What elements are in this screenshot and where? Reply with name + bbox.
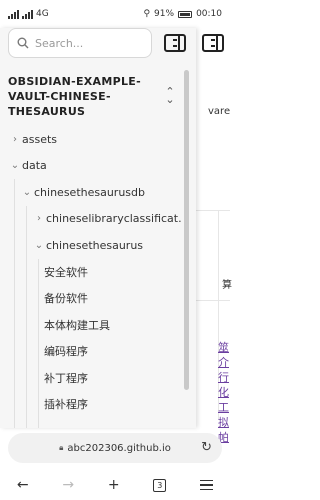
tree-file[interactable]: 补丁程序 <box>0 365 182 392</box>
scrollbar[interactable] <box>184 70 189 390</box>
indent-guide <box>38 259 39 428</box>
tree-file[interactable]: 安全软件 <box>0 259 182 286</box>
browser-nav-bar: ← → + 3 <box>0 470 230 500</box>
tree-item-label: assets <box>22 132 58 146</box>
battery-icon <box>178 10 193 18</box>
tree-item-label: chinesethesaurus <box>46 238 144 252</box>
url-text: abc202306.github.io <box>67 442 171 454</box>
tree-item-label: chineselibraryclassificat... <box>46 212 182 226</box>
collapse-all-icon[interactable]: ⌃ ⌄ <box>164 86 176 105</box>
tree-folder-chinesethesaurus[interactable]: ⌄ chinesethesaurus <box>0 232 182 259</box>
table-cell-text: 算 <box>222 280 232 291</box>
status-bar-right: ⚲ 91% 00:10 <box>143 9 222 19</box>
search-icon <box>17 37 29 49</box>
tab-count-button[interactable]: 3 <box>153 478 167 492</box>
address-bar[interactable]: 🔒︎ abc202306.github.io ↻ <box>8 433 222 463</box>
tree-item-label: data <box>22 159 47 173</box>
file-explorer-sidebar: OBSIDIAN-EXAMPLE-VAULT-CHINESE-THESAURUS… <box>0 28 196 428</box>
clock: 00:10 <box>196 9 222 19</box>
search-input[interactable] <box>35 36 145 50</box>
tree-file[interactable]: 备份软件 <box>0 285 182 312</box>
tree-file[interactable]: 插补程序 <box>0 391 182 418</box>
network-type: 4G <box>36 9 49 19</box>
chevron-right-icon: › <box>13 133 17 145</box>
chevron-down-icon: ⌄ <box>34 239 44 251</box>
vault-title: OBSIDIAN-EXAMPLE-VAULT-CHINESE-THESAURUS <box>8 75 141 118</box>
chevron-down-icon: ⌄ <box>10 160 20 172</box>
tree-item-label: 插补程序 <box>44 398 88 412</box>
menu-icon[interactable] <box>200 480 214 490</box>
alarm-icon: ⚲ <box>143 9 151 19</box>
indent-guide <box>14 179 15 428</box>
tree-item-label: 本体构建工具 <box>44 318 110 332</box>
tree-item-label: 编码程序 <box>44 345 88 359</box>
partial-text: vare <box>208 106 231 117</box>
file-tree: › assets ⌄ data ⌄ chinesethesaurusdb › c… <box>0 126 182 428</box>
search-box[interactable] <box>8 28 152 58</box>
table-border <box>196 300 230 301</box>
tree-folder-chineselibraryclassification[interactable]: › chineselibraryclassificat... <box>0 206 182 233</box>
tree-item-label: 备份软件 <box>44 292 88 306</box>
tree-folder-chinesethesaurusdb[interactable]: ⌄ chinesethesaurusdb <box>0 179 182 206</box>
reload-icon[interactable]: ↻ <box>201 440 212 455</box>
chevron-down-icon: ⌄ <box>22 186 32 198</box>
tree-file[interactable]: 编码程序 <box>0 338 182 365</box>
page-link[interactable]: 筮介行化工拟帕 <box>218 340 232 445</box>
chevron-right-icon: › <box>37 213 41 225</box>
right-sidebar-toggle-icon[interactable] <box>202 34 224 52</box>
tree-folder-data[interactable]: ⌄ data <box>0 153 182 180</box>
tree-folder-assets[interactable]: › assets <box>0 126 182 153</box>
left-sidebar-toggle-icon[interactable] <box>164 34 186 52</box>
indent-guide <box>26 206 27 428</box>
tree-item-label: chinesethesaurusdb <box>34 185 145 199</box>
table-border <box>196 210 230 211</box>
signal-icon <box>8 9 19 19</box>
signal-icon-2 <box>22 9 33 19</box>
new-tab-icon[interactable]: + <box>108 477 120 493</box>
tree-item-label: 安全软件 <box>44 265 88 279</box>
status-bar: 4G ⚲ 91% 00:10 <box>0 0 230 28</box>
status-bar-left: 4G <box>8 9 49 19</box>
back-icon[interactable]: ← <box>17 477 29 493</box>
forward-icon[interactable]: → <box>62 477 74 493</box>
tree-item-label: 补丁程序 <box>44 371 88 385</box>
lock-icon: 🔒︎ <box>59 443 64 452</box>
tree-file[interactable]: 本体构建工具 <box>0 312 182 339</box>
battery-text: 91% <box>154 9 175 19</box>
